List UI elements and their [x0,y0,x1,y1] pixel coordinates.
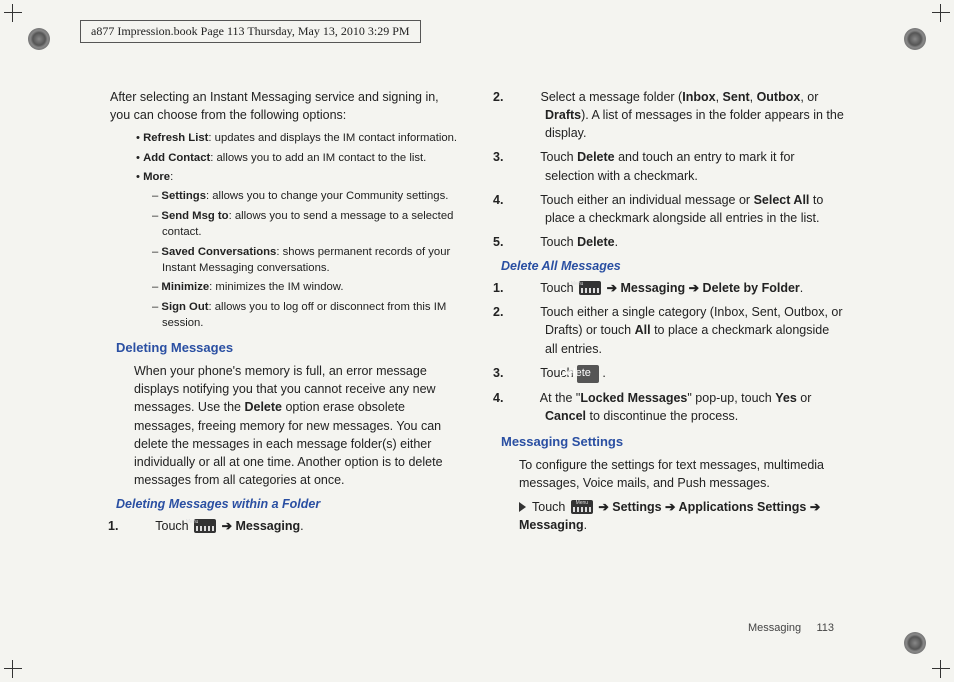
delall-step-1: 1. Touch ➔ Messaging ➔ Delete by Folder. [495,279,844,297]
menu-icon [194,519,216,533]
page-body: After selecting an Instant Messaging ser… [110,88,844,602]
intro-paragraph: After selecting an Instant Messaging ser… [110,88,459,124]
step-4: 4. Touch either an individual message or… [495,191,844,227]
ornament-icon [28,28,50,50]
heading-messaging-settings: Messaging Settings [501,433,844,452]
dash-minimize: – Minimize: minimizes the IM window. [110,279,459,295]
menu-icon [579,281,601,295]
step-2: 2. Select a message folder (Inbox, Sent,… [495,88,844,142]
delete-button-graphic: Delete [577,365,599,383]
dash-saved-conv: – Saved Conversations: shows permanent r… [110,244,459,277]
crop-mark [932,4,950,22]
ornament-icon [904,28,926,50]
bullet-add-contact: • Add Contact: allows you to add an IM c… [110,150,459,166]
delall-step-2: 2. Touch either a single category (Inbox… [495,303,844,357]
dash-settings: – Settings: allows you to change your Co… [110,188,459,204]
dash-sign-out: – Sign Out: allows you to log off or dis… [110,299,459,332]
heading-delete-all: Delete All Messages [501,257,844,275]
step-1: 1. Touch ➔ Messaging. [110,517,459,535]
page-header: a877 Impression.book Page 113 Thursday, … [80,20,421,43]
footer-page: 113 [816,622,834,634]
bullet-more: • More: [110,169,459,185]
ornament-icon [904,632,926,654]
delall-step-4: 4. At the "Locked Messages" pop-up, touc… [495,389,844,425]
crop-mark [4,660,22,678]
footer-section: Messaging [748,622,801,634]
step-5: 5. Touch Delete. [495,233,844,251]
heading-deleting-folder: Deleting Messages within a Folder [116,495,459,513]
crop-mark [4,4,22,22]
bullet-refresh: • Refresh List: updates and displays the… [110,130,459,146]
triangle-icon [519,502,526,512]
deleting-messages-paragraph: When your phone's memory is full, an err… [110,362,459,489]
messaging-settings-paragraph: To configure the settings for text messa… [495,456,844,492]
heading-deleting-messages: Deleting Messages [116,339,459,358]
menu-icon [571,500,593,514]
step-3: 3. Touch Delete and touch an entry to ma… [495,148,844,184]
crop-mark [932,660,950,678]
dash-send-msg: – Send Msg to: allows you to send a mess… [110,208,459,241]
page-footer: Messaging 113 [748,622,834,634]
delall-step-3: 3. Touch Delete . [495,364,844,383]
messaging-settings-step: Touch ➔ Settings ➔ Applications Settings… [495,498,844,534]
